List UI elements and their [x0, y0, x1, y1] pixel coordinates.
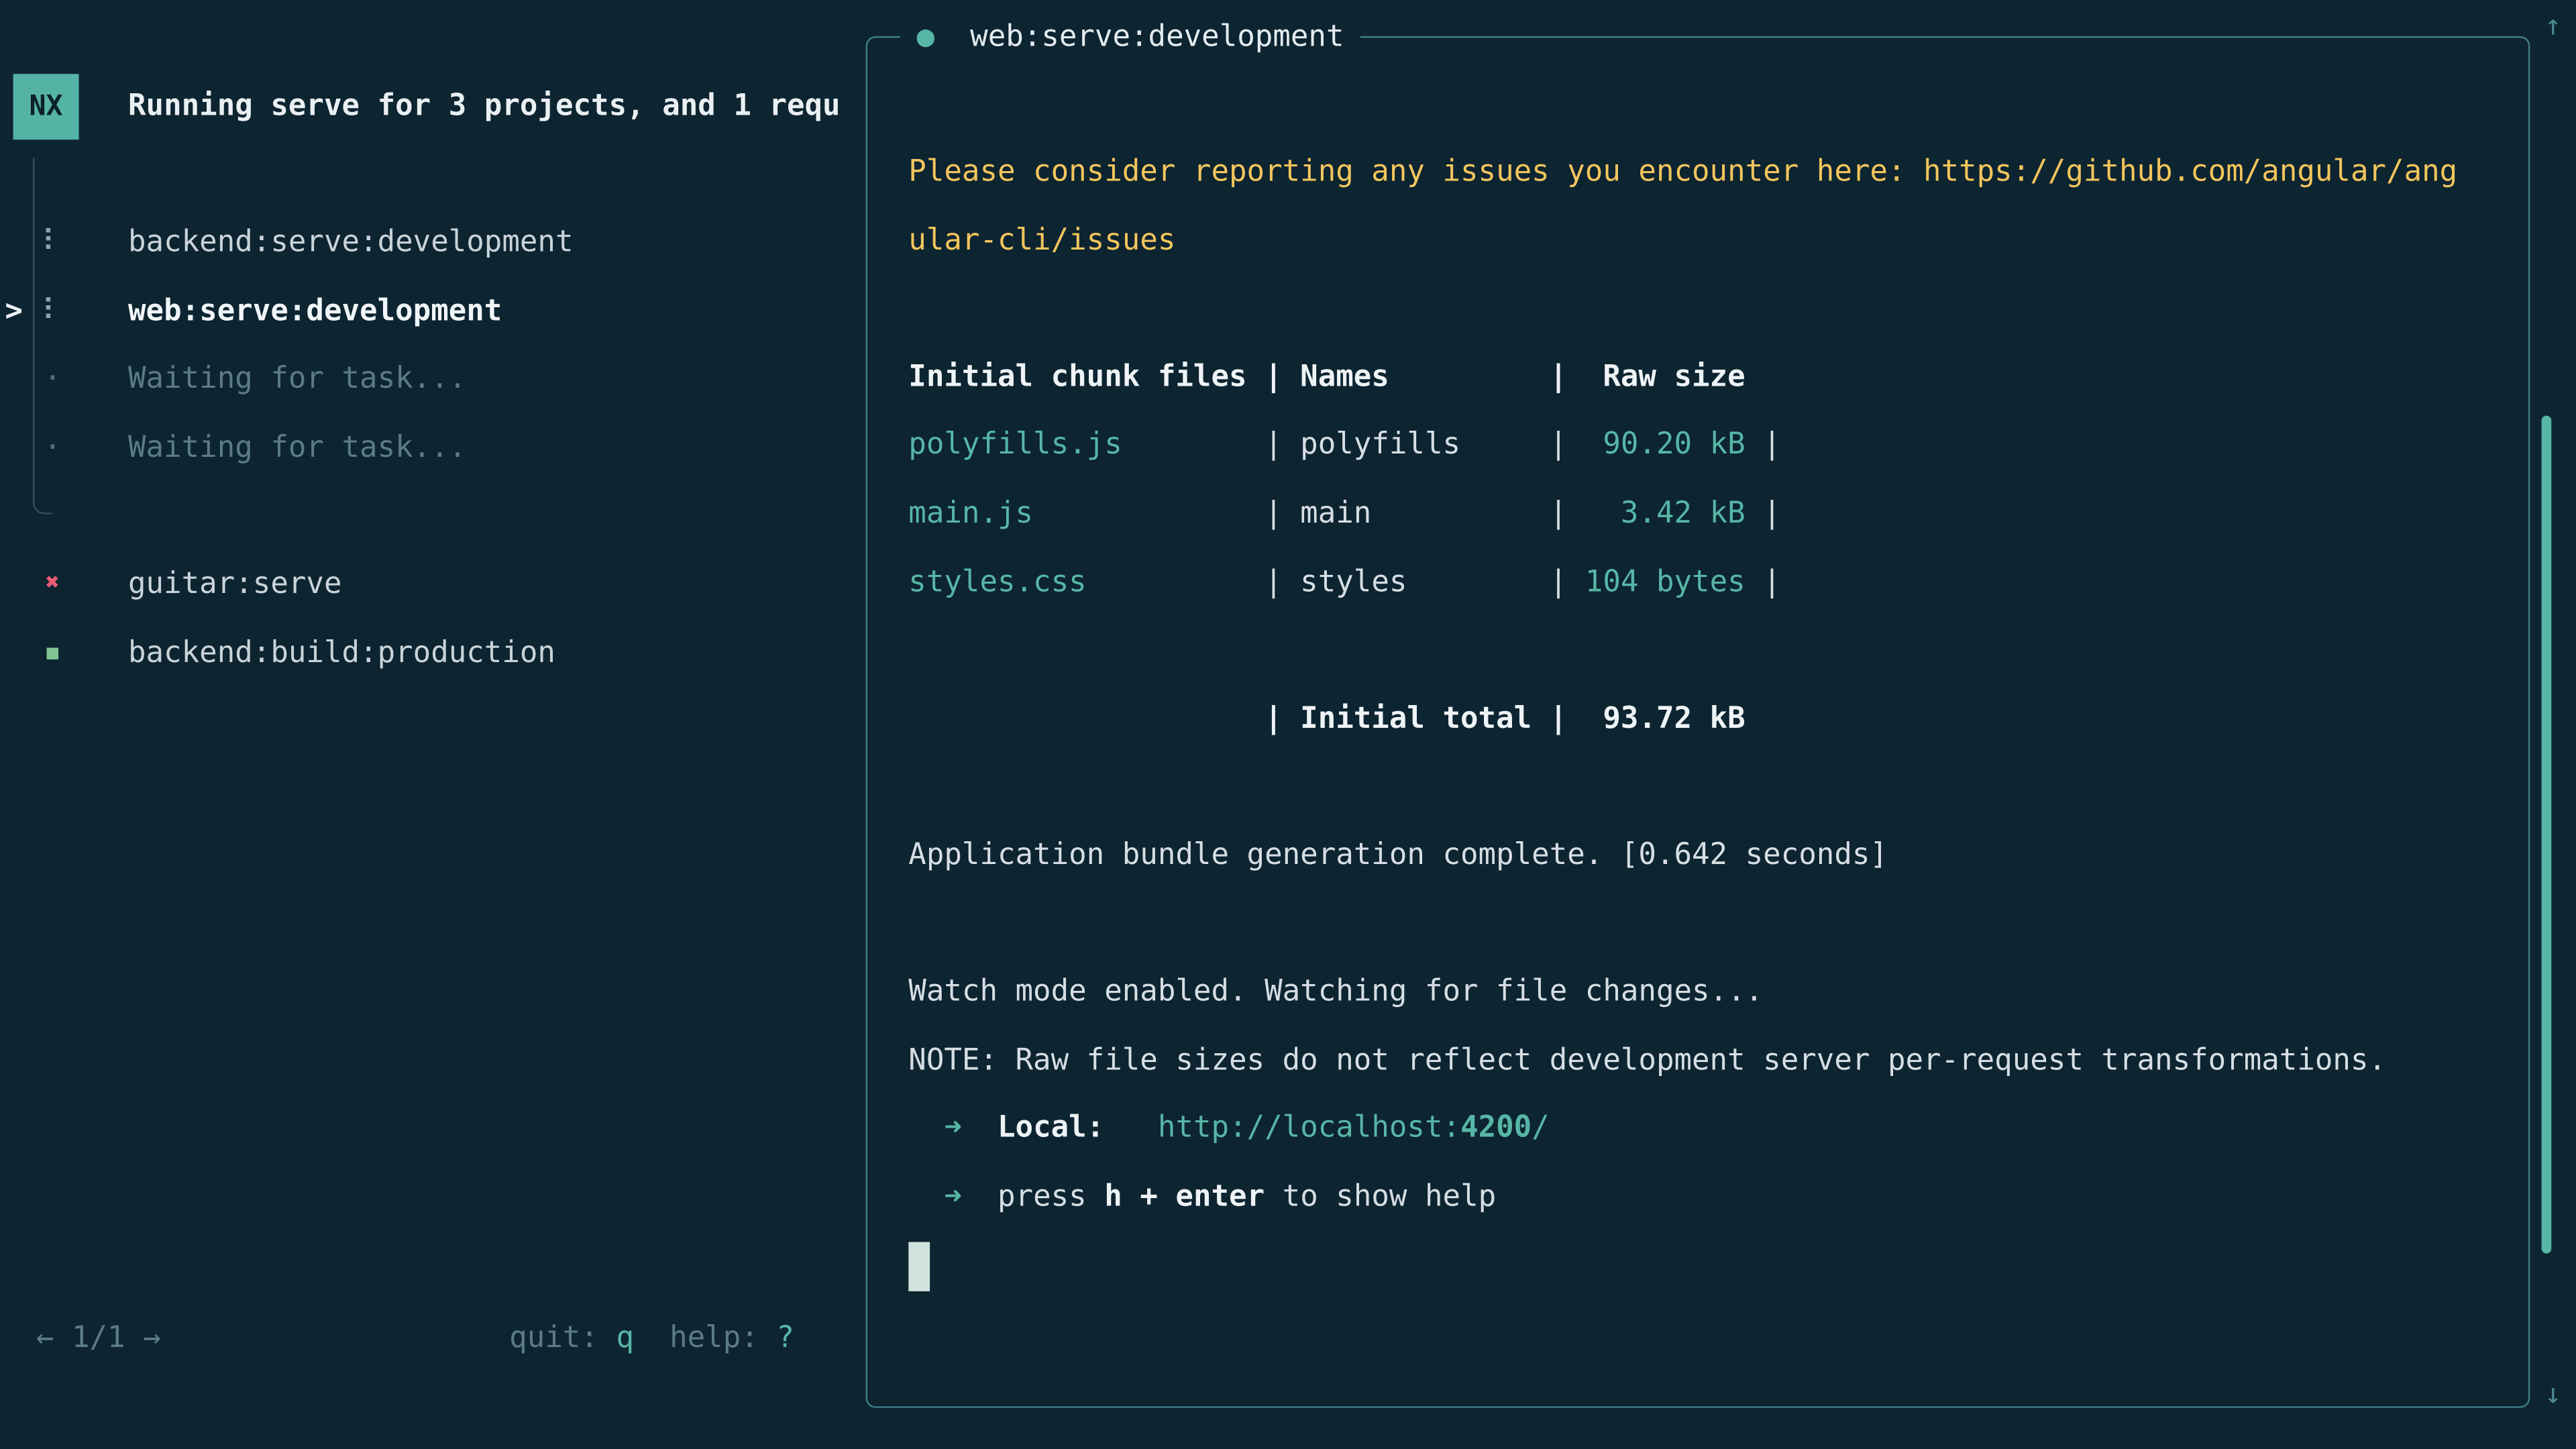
task-list-gap: [0, 482, 854, 550]
run-summary-title: Running serve for 3 projects, and 1 requ: [128, 85, 861, 128]
initial-total-row: | Initial total | 93.72 kB: [908, 685, 2528, 753]
name-cell: | polyfills |: [1247, 428, 1585, 462]
task-label: web:serve:development: [128, 277, 502, 345]
size-cell: 104 bytes: [1585, 564, 1746, 598]
task-label: guitar:serve: [128, 550, 341, 619]
help-key: ?: [776, 1321, 794, 1355]
nx-tui: NX Running serve for 3 projects, and 1 r…: [0, 0, 2576, 1449]
localhost-slash[interactable]: /: [1532, 1111, 1550, 1145]
task-output-panel: ● web:serve:development Please consider …: [866, 36, 2530, 1408]
note-line: NOTE: Raw file sizes do not reflect deve…: [908, 1026, 2528, 1095]
table-row-styles: styles.css | styles | 104 bytes |: [908, 548, 2528, 616]
blank-line: [908, 616, 2528, 685]
nx-logo: NX: [13, 74, 79, 140]
cursor-line: [908, 1232, 2528, 1300]
row-tail: |: [1746, 428, 1781, 462]
task-label: backend:build:production: [128, 619, 555, 687]
waiting-dot-icon: ·: [36, 414, 69, 482]
help-post-text: to show help: [1265, 1179, 1496, 1214]
page-prev-arrow-icon[interactable]: ←: [36, 1321, 54, 1355]
size-cell: 3.42 kB: [1585, 496, 1746, 531]
task-row-backend-build[interactable]: ■ backend:build:production: [0, 619, 854, 687]
gap: [1104, 1111, 1158, 1145]
terminal-viewport: NX Running serve for 3 projects, and 1 r…: [0, 0, 2576, 1449]
task-row-web-serve[interactable]: > ⠇ web:serve:development: [0, 277, 854, 345]
issue-notice-line-1: Please consider reporting any issues you…: [908, 138, 2528, 207]
pagination: ← 1/1 →: [36, 1316, 161, 1362]
help-pre-text: press: [998, 1179, 1104, 1214]
help-keys: h + enter: [1104, 1179, 1265, 1214]
table-row-main: main.js | main | 3.42 kB |: [908, 480, 2528, 548]
task-row-backend-serve[interactable]: ⠇ backend:serve:development: [0, 209, 854, 277]
keyboard-hints: quit: q help: ?: [509, 1316, 794, 1362]
quit-hint-label: quit:: [509, 1321, 616, 1355]
file-name-cell: styles.css: [908, 564, 1246, 598]
blank-line: [908, 274, 2528, 343]
bundle-complete-line: Application bundle generation complete. …: [908, 821, 2528, 890]
help-hint-label: help:: [634, 1321, 776, 1355]
arrow-icon: ➜: [908, 1179, 998, 1214]
file-name-cell: polyfills.js: [908, 428, 1246, 462]
selection-caret-icon: >: [5, 277, 23, 345]
local-url-line: ➜ Local: http://localhost:4200/: [908, 1095, 2528, 1163]
task-label: Waiting for task...: [128, 414, 466, 482]
task-label: backend:serve:development: [128, 209, 574, 277]
terminal-output: Please consider reporting any issues you…: [867, 38, 2528, 1406]
task-row-waiting-2[interactable]: · Waiting for task...: [0, 414, 854, 482]
chunk-table-header: Initial chunk files | Names | Raw size: [908, 343, 2528, 411]
help-hint-line: ➜ press h + enter to show help: [908, 1163, 2528, 1232]
scroll-up-arrow-icon[interactable]: ↑: [2536, 10, 2569, 43]
arrow-icon: ➜: [908, 1111, 998, 1145]
local-label: Local:: [998, 1111, 1104, 1145]
watch-mode-line: Watch mode enabled. Watching for file ch…: [908, 958, 2528, 1026]
task-label: Waiting for task...: [128, 345, 466, 414]
size-cell: 90.20 kB: [1585, 428, 1746, 462]
page-next-arrow-icon[interactable]: →: [143, 1321, 161, 1355]
task-row-waiting-1[interactable]: · Waiting for task...: [0, 345, 854, 414]
file-name-cell: main.js: [908, 496, 1246, 531]
block-cursor: [908, 1241, 930, 1290]
localhost-port[interactable]: 4200: [1460, 1111, 1532, 1145]
spinner-icon: ⠇: [36, 277, 69, 345]
failed-cross-icon: ✖: [36, 550, 69, 619]
issue-notice-line-2: ular-cli/issues: [908, 207, 2528, 275]
scroll-down-arrow-icon[interactable]: ↓: [2536, 1379, 2569, 1411]
row-tail: |: [1746, 564, 1781, 598]
name-cell: | main |: [1247, 496, 1585, 531]
spinner-icon: ⠇: [36, 209, 69, 277]
localhost-link[interactable]: http://localhost:: [1158, 1111, 1460, 1145]
table-row-polyfills: polyfills.js | polyfills | 90.20 kB |: [908, 411, 2528, 480]
row-tail: |: [1746, 496, 1781, 531]
success-square-icon: ■: [36, 619, 69, 687]
blank-line: [908, 890, 2528, 958]
blank-line: [908, 753, 2528, 821]
task-list: ⠇ backend:serve:development > ⠇ web:serv…: [0, 209, 854, 687]
task-row-guitar-serve[interactable]: ✖ guitar:serve: [0, 550, 854, 619]
scrollbar-thumb[interactable]: [2542, 416, 2552, 1254]
name-cell: | styles |: [1247, 564, 1585, 598]
waiting-dot-icon: ·: [36, 345, 69, 414]
quit-key: q: [616, 1321, 634, 1355]
page-indicator: 1/1: [54, 1321, 143, 1355]
